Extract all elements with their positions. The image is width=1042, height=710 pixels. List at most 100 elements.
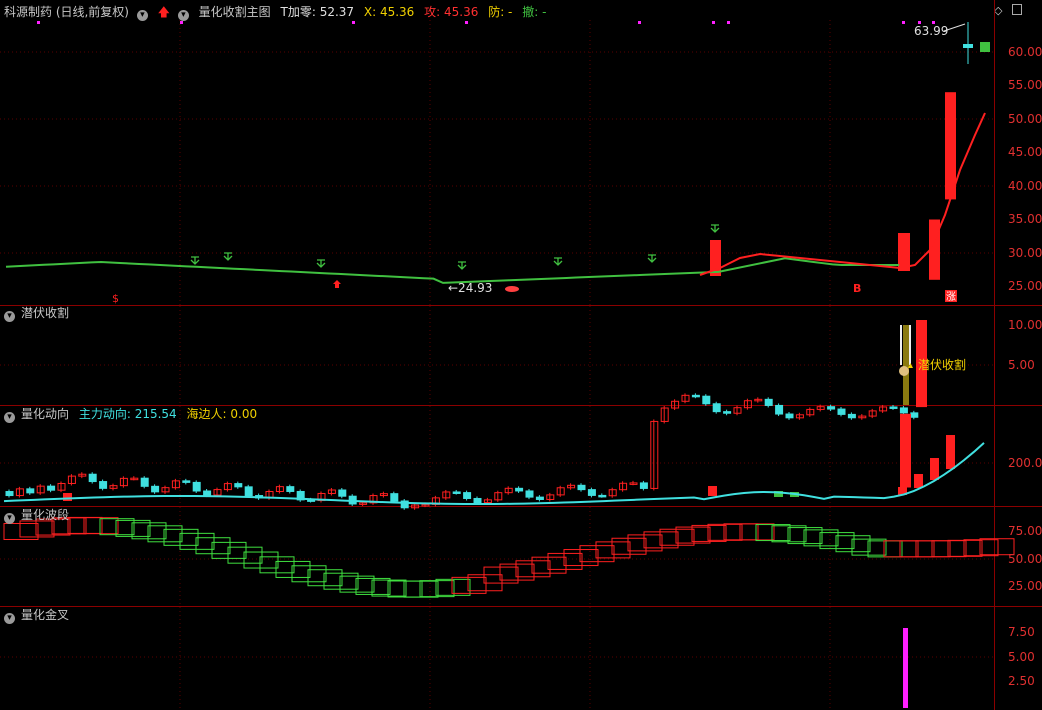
candle (515, 487, 524, 492)
candle (598, 494, 607, 498)
boduan-box (243, 551, 279, 569)
candle (203, 490, 212, 496)
qianfu-title[interactable]: 潜伏收割 (21, 306, 69, 320)
collapse-icon[interactable]: ▾ (4, 311, 15, 322)
boduan-box (323, 572, 359, 590)
boduan-box (739, 523, 775, 541)
buy-arrow-icon (333, 280, 341, 288)
ma-line-red (699, 112, 986, 276)
boduan-box (707, 523, 743, 541)
candle-big (900, 413, 911, 488)
signal-b-mark: B (853, 282, 861, 295)
dongxiang-title[interactable]: 量化动向 (21, 407, 69, 421)
boduan-box (371, 579, 407, 597)
candle (151, 485, 160, 493)
collapse-icon[interactable]: ▾ (4, 613, 15, 624)
ma-line-green (5, 257, 899, 284)
qianfu-bar (903, 325, 909, 405)
jincha-bar (903, 628, 908, 708)
candle (577, 484, 586, 491)
boduan-box (755, 524, 791, 542)
boduan-box (147, 525, 183, 543)
candle (99, 481, 108, 489)
candle (712, 403, 721, 413)
down-arrow-icon (553, 257, 563, 266)
boduan-box (627, 534, 663, 552)
boduan-box (931, 540, 967, 558)
dongxiang-main-value: 主力动向: 215.54 (78, 407, 177, 421)
coin-icon (899, 366, 909, 376)
candle (463, 492, 472, 499)
boduan-box (883, 540, 919, 558)
candle (847, 413, 856, 419)
candle (5, 491, 14, 497)
candle (980, 42, 990, 52)
down-arrow-icon (316, 259, 326, 268)
axis-tick: 2.50 (1008, 674, 1035, 688)
boduan-box (915, 540, 951, 558)
candle (639, 482, 648, 489)
down-arrow-icon (223, 252, 233, 261)
boduan-box (531, 556, 567, 574)
dongxiang-bar (63, 493, 72, 501)
candle (535, 496, 544, 500)
candle (702, 395, 711, 405)
candle (286, 486, 295, 492)
candle (785, 413, 794, 419)
sell-arrows (190, 224, 720, 270)
chart-canvas: 63.99 ←24.93 $ B 涨 潜伏收割 (0, 0, 1042, 710)
boduan-box (163, 528, 199, 546)
boduan-box (771, 525, 807, 543)
axis-tick: 50.00 (1008, 552, 1042, 566)
low-price-label: ←24.93 (448, 281, 492, 295)
boduan-box (515, 560, 551, 578)
boduan-header: ▾ 量化波段 (4, 507, 75, 524)
boduan-title[interactable]: 量化波段 (21, 508, 69, 522)
candle (452, 491, 461, 494)
candle (910, 412, 919, 418)
dongxiang-bar (914, 474, 923, 488)
boduan-box (179, 532, 215, 550)
collapse-icon[interactable]: ▾ (4, 412, 15, 423)
high-price-label: 63.99 (914, 24, 948, 38)
dot-marker (505, 286, 519, 292)
jincha-title[interactable]: 量化金叉 (21, 608, 69, 622)
axis-tick: 7.50 (1008, 625, 1035, 639)
dongxiang-side-value: 海边人: 0.00 (186, 407, 258, 421)
boduan-box (499, 563, 535, 581)
down-arrow-icon (190, 256, 200, 265)
qianfu-bar-white (900, 325, 902, 365)
boduan-box (387, 580, 423, 598)
boduan-box (947, 539, 983, 557)
boduan-box (867, 540, 903, 558)
qianfu-bar-white (909, 325, 911, 365)
candle (338, 489, 347, 497)
candle (775, 404, 784, 415)
boduan-box (563, 549, 599, 567)
boduan-box (547, 552, 583, 570)
candle (390, 493, 399, 502)
dongxiang-bar (946, 435, 955, 469)
dongxiang-header: ▾ 量化动向 主力动向: 215.54 海边人: 0.00 (4, 406, 263, 423)
magenta-markers (37, 21, 935, 24)
axis-tick: 60.00 (1008, 45, 1042, 59)
candle (47, 485, 56, 491)
boduan-box (195, 537, 231, 555)
candle (764, 398, 773, 406)
candle (88, 473, 97, 483)
candle-big (945, 92, 956, 200)
boduan-box (723, 523, 759, 541)
boduan-box (307, 569, 343, 587)
boduan-box (899, 540, 935, 558)
axis-tick: 5.00 (1008, 650, 1035, 664)
candle (525, 490, 534, 498)
boduan-box (611, 537, 647, 555)
candle (192, 481, 201, 492)
jincha-header: ▾ 量化金叉 (4, 607, 75, 624)
collapse-icon[interactable]: ▾ (4, 513, 15, 524)
signal-s-mark: $ (112, 292, 119, 305)
down-arrow-icon (647, 254, 657, 263)
qianfu-signal-label: 潜伏收割 (918, 357, 966, 372)
qianfu-header: ▾ 潜伏收割 (4, 305, 75, 322)
zhang-mark: 涨 (946, 291, 956, 303)
